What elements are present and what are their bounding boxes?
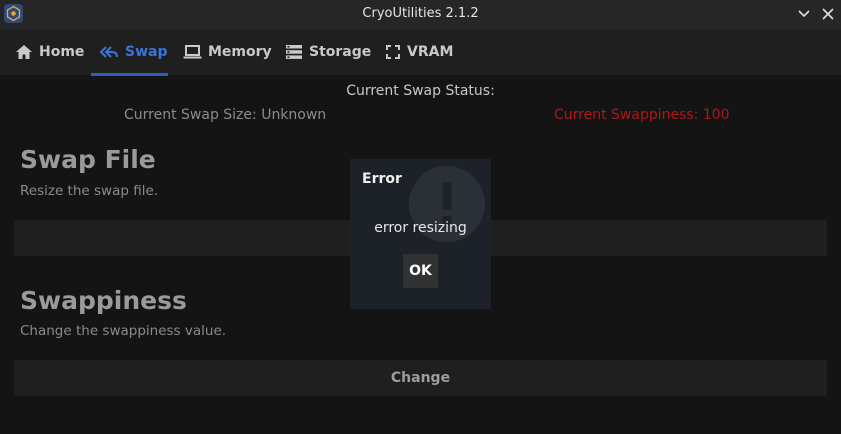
- tab-bar: Home Swap Memory Storage VRAM: [0, 29, 841, 75]
- fullscreen-icon: [386, 45, 400, 59]
- active-tab-indicator: [91, 73, 168, 76]
- laptop-icon: [183, 45, 202, 59]
- home-icon: [16, 45, 32, 59]
- dialog-title: Error: [362, 171, 402, 187]
- tab-swap[interactable]: Swap: [99, 29, 168, 75]
- ok-button[interactable]: OK: [403, 254, 438, 288]
- close-icon[interactable]: [818, 4, 838, 24]
- swap-size-text: Current Swap Size: Unknown: [124, 107, 327, 123]
- tab-storage-label: Storage: [309, 44, 372, 60]
- swap-file-title: Swap File: [20, 145, 156, 174]
- swap-file-description: Resize the swap file.: [20, 183, 159, 199]
- swappiness-description: Change the swappiness value.: [20, 323, 227, 339]
- change-swappiness-button[interactable]: Change: [14, 360, 827, 396]
- dialog-message: error resizing: [374, 220, 467, 236]
- tab-memory-label: Memory: [208, 44, 272, 60]
- app-window: CryoUtilities 2.1.2 Home Swap Memory Sto…: [0, 0, 841, 434]
- title-bar[interactable]: CryoUtilities 2.1.2: [0, 0, 841, 29]
- tab-memory[interactable]: Memory: [183, 29, 272, 75]
- tab-home-label: Home: [39, 44, 85, 60]
- swap-icon: [99, 46, 118, 58]
- error-dialog: Error error resizing OK: [350, 159, 491, 309]
- storage-icon: [286, 45, 302, 59]
- tab-vram[interactable]: VRAM: [385, 29, 453, 75]
- window-title: CryoUtilities 2.1.2: [362, 6, 479, 21]
- swappiness-status-text: Current Swappiness: 100: [554, 107, 730, 123]
- tab-swap-label: Swap: [125, 44, 168, 60]
- tab-home[interactable]: Home: [15, 29, 84, 75]
- minimize-chevron-icon[interactable]: [794, 4, 814, 24]
- tab-vram-label: VRAM: [407, 44, 454, 60]
- tab-storage[interactable]: Storage: [285, 29, 371, 75]
- swappiness-title: Swappiness: [20, 286, 187, 315]
- swap-status-heading: Current Swap Status:: [346, 83, 495, 99]
